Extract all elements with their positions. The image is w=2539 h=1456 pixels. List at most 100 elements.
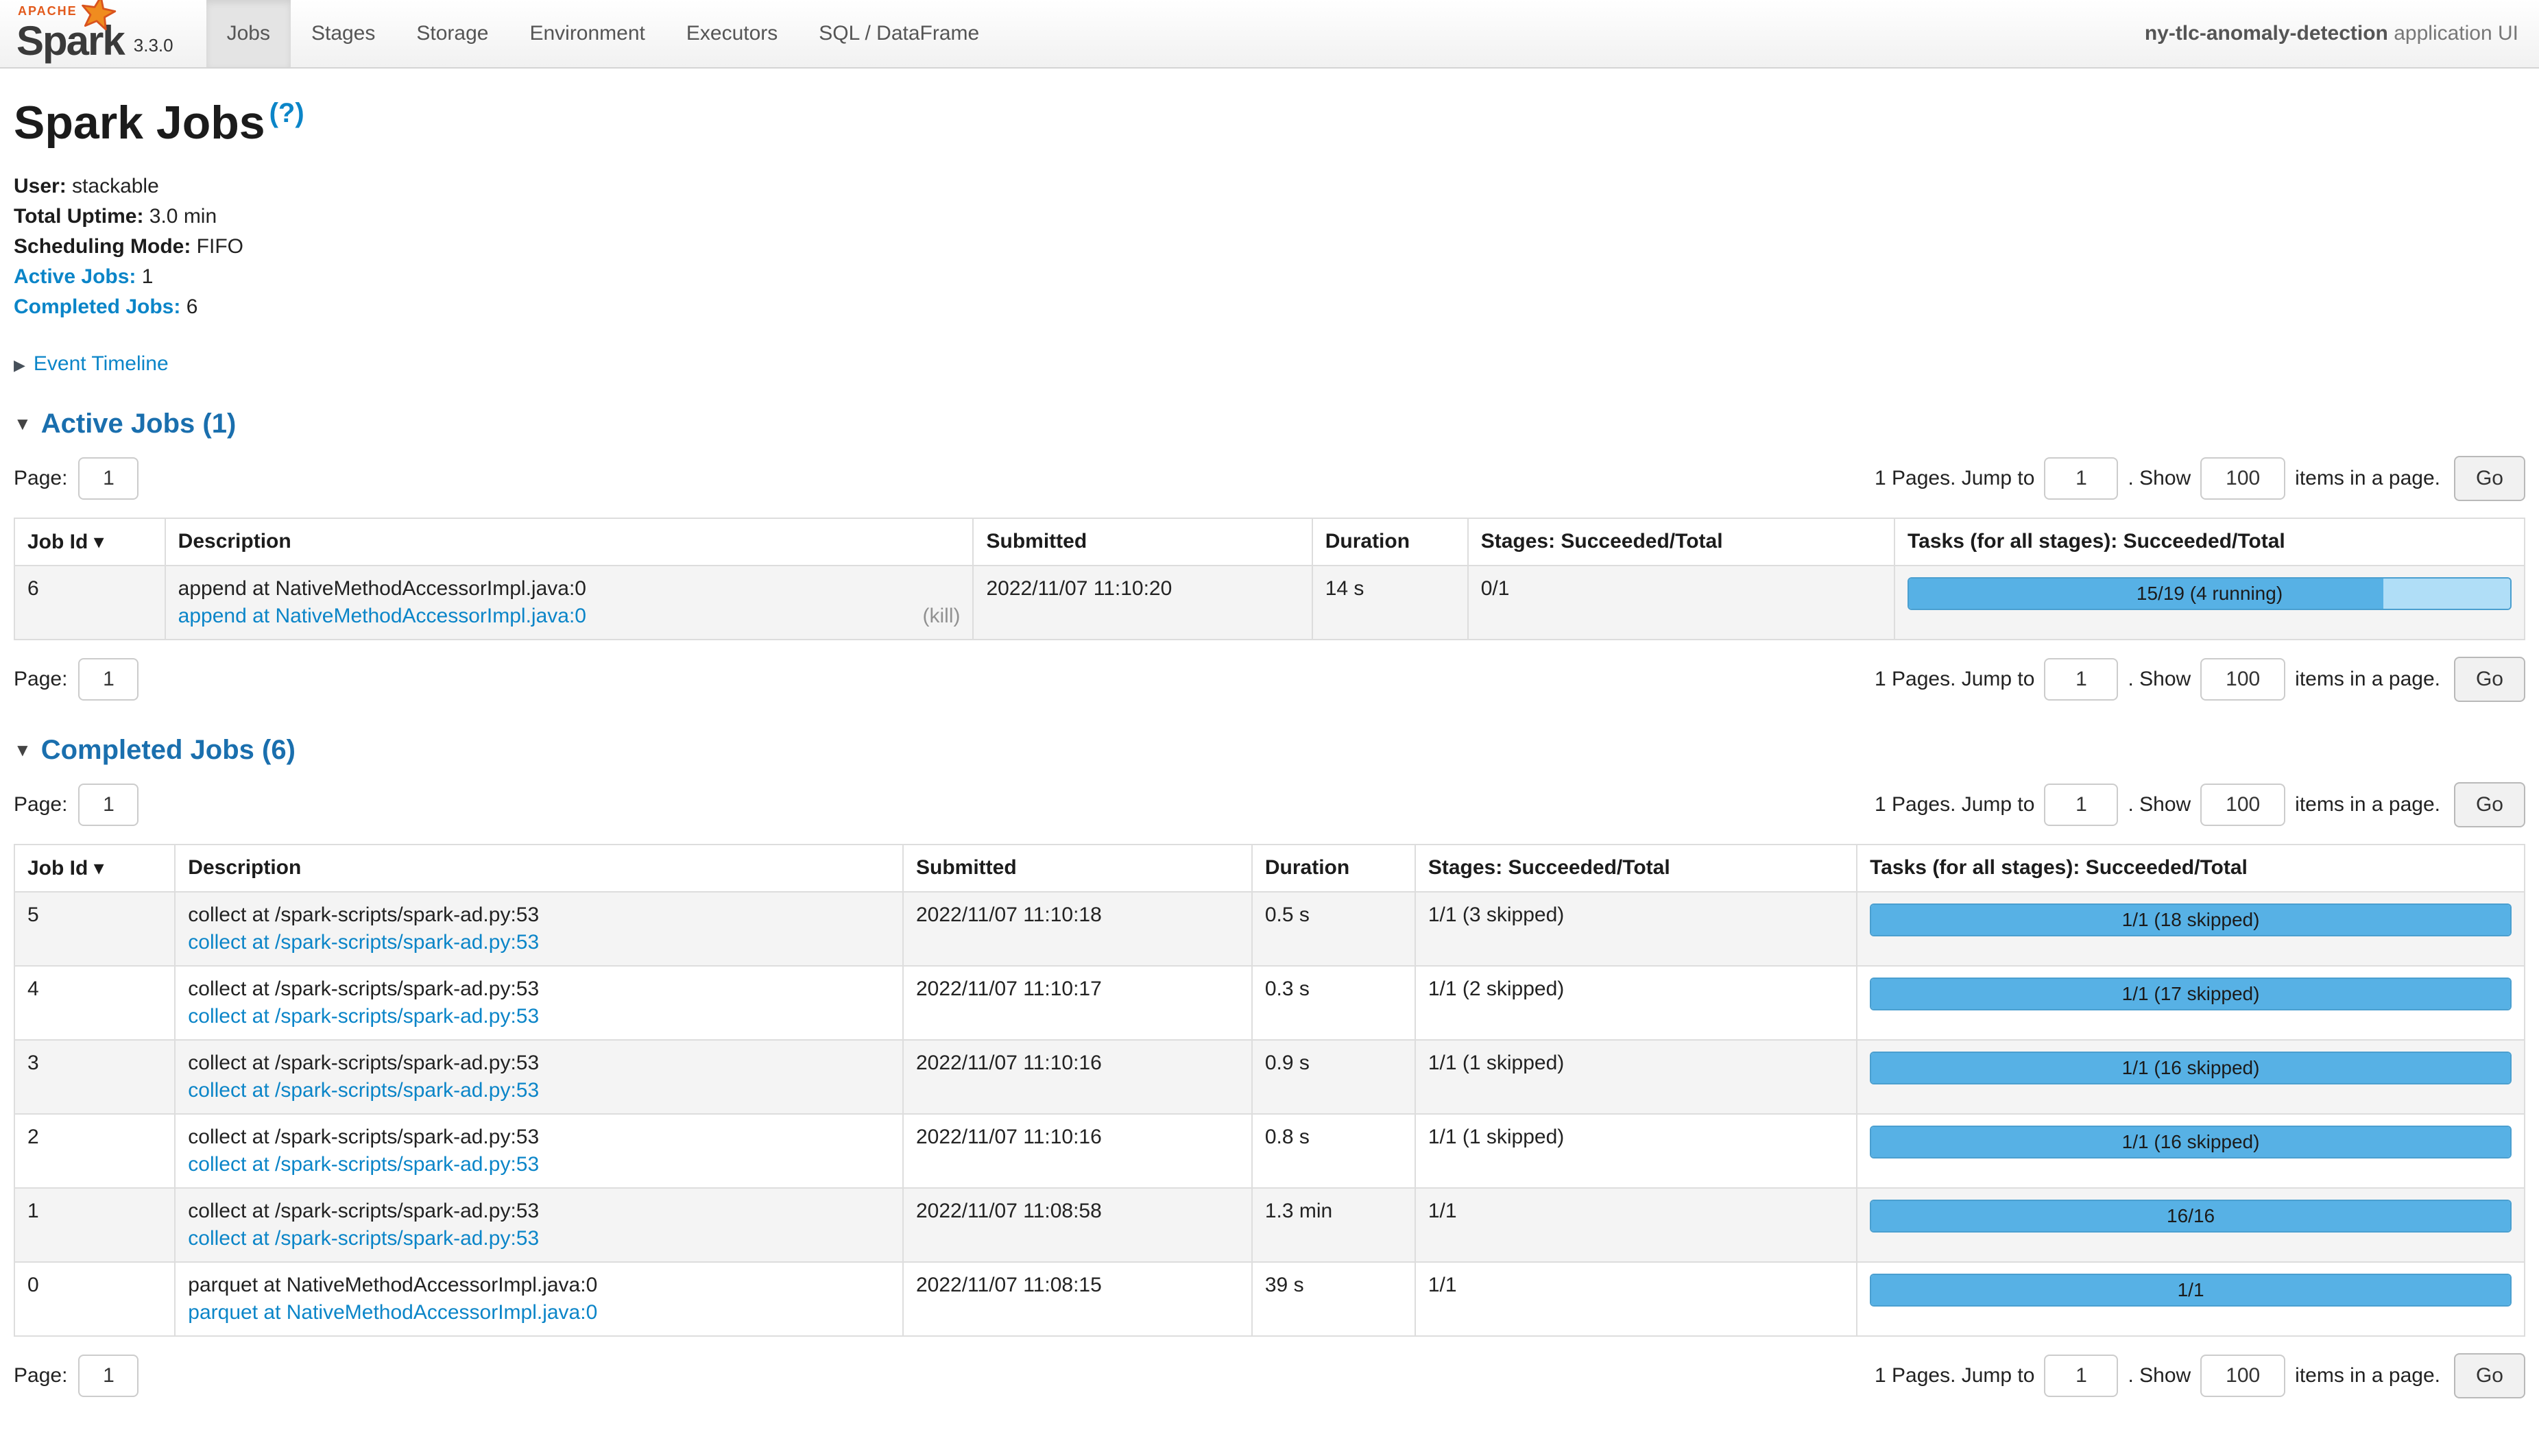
header-duration[interactable]: Duration [1252,845,1415,892]
stages-cell: 1/1 (2 skipped) [1415,966,1857,1040]
jump-to-page-input[interactable] [2044,658,2118,701]
job-description: collect at /spark-scripts/spark-ad.py:53 [188,1126,890,1149]
header-description[interactable]: Description [175,845,903,892]
summary-user: User: stackable [14,171,2525,202]
items-per-page-input[interactable] [2200,658,2285,701]
tab-sql-dataframe[interactable]: SQL / DataFrame [798,0,1000,67]
jump-to-page-input[interactable] [2044,784,2118,826]
items-per-page-input[interactable] [2200,457,2285,500]
completed-jobs-link[interactable]: Completed Jobs: [14,295,180,318]
table-row: 6 append at NativeMethodAccessorImpl.jav… [14,566,2525,640]
tasks-cell: 1/1 (18 skipped) [1857,892,2525,966]
help-link[interactable]: (?) [269,98,304,128]
jump-to-page-input[interactable] [2044,457,2118,500]
job-description: parquet at NativeMethodAccessorImpl.java… [188,1274,890,1297]
tasks-cell: 15/19 (4 running) [1894,566,2525,640]
header-stages[interactable]: Stages: Succeeded/Total [1415,845,1857,892]
kill-job-link[interactable]: (kill) [923,605,961,628]
header-stages[interactable]: Stages: Succeeded/Total [1468,518,1894,566]
pages-jump-text: 1 Pages. Jump to [1875,467,2034,490]
header-submitted[interactable]: Submitted [973,518,1312,566]
user-value: stackable [72,175,159,197]
progress-label: 15/19 (4 running) [1909,579,2510,609]
job-detail-link[interactable]: collect at /spark-scripts/spark-ad.py:53 [188,1079,539,1102]
job-detail-link[interactable]: append at NativeMethodAccessorImpl.java:… [178,605,586,628]
table-row: 1 collect at /spark-scripts/spark-ad.py:… [14,1188,2525,1262]
page-title: Spark Jobs(?) [14,96,2525,149]
description-cell: parquet at NativeMethodAccessorImpl.java… [175,1262,903,1336]
progress-label: 1/1 (17 skipped) [1871,979,2510,1009]
items-per-page-input[interactable] [2200,1355,2285,1397]
job-detail-link[interactable]: collect at /spark-scripts/spark-ad.py:53 [188,931,539,954]
header-tasks[interactable]: Tasks (for all stages): Succeeded/Total [1894,518,2525,566]
duration-cell: 39 s [1252,1262,1415,1336]
job-description: collect at /spark-scripts/spark-ad.py:53 [188,1200,890,1223]
tasks-progress-bar: 1/1 (16 skipped) [1870,1052,2512,1084]
user-label: User: [14,175,67,197]
tab-stages[interactable]: Stages [291,0,396,67]
header-submitted[interactable]: Submitted [903,845,1252,892]
header-description[interactable]: Description [165,518,974,566]
job-description: append at NativeMethodAccessorImpl.java:… [178,577,961,600]
scheduling-mode-label: Scheduling Mode: [14,235,191,258]
stages-cell: 1/1 (1 skipped) [1415,1040,1857,1114]
items-text: items in a page. [2295,1364,2440,1387]
pagination-bar: Page: 1 Pages. Jump to . Show items in a… [14,1353,2525,1398]
page-number-input[interactable] [78,1355,139,1397]
items-text: items in a page. [2295,793,2440,816]
application-suffix: application UI [2394,22,2518,45]
active-jobs-section-header[interactable]: ▼ Active Jobs (1) [14,409,2525,439]
items-text: items in a page. [2295,467,2440,490]
submitted-cell: 2022/11/07 11:08:15 [903,1262,1252,1336]
page-number-input[interactable] [78,457,139,500]
tab-storage[interactable]: Storage [396,0,509,67]
header-duration[interactable]: Duration [1312,518,1468,566]
stages-cell: 1/1 (3 skipped) [1415,892,1857,966]
active-jobs-link[interactable]: Active Jobs: [14,265,136,288]
page-number-input[interactable] [78,784,139,826]
event-timeline-toggle[interactable]: ▶Event Timeline [14,352,2525,376]
tasks-progress-bar: 1/1 (17 skipped) [1870,978,2512,1010]
go-button[interactable]: Go [2454,1353,2525,1398]
go-button[interactable]: Go [2454,782,2525,827]
go-button[interactable]: Go [2454,657,2525,702]
duration-cell: 14 s [1312,566,1468,640]
header-job-id[interactable]: Job Id ▾ [14,518,165,566]
page-label: Page: [14,793,67,816]
collapse-arrow-icon: ▼ [14,740,32,761]
page-label: Page: [14,668,67,691]
tasks-progress-bar: 16/16 [1870,1200,2512,1233]
job-detail-link[interactable]: collect at /spark-scripts/spark-ad.py:53 [188,1153,539,1176]
pagination-bar: Page: 1 Pages. Jump to . Show items in a… [14,456,2525,501]
uptime-value: 3.0 min [149,205,217,228]
jump-to-page-input[interactable] [2044,1355,2118,1397]
submitted-cell: 2022/11/07 11:10:16 [903,1114,1252,1188]
progress-label: 16/16 [1871,1201,2510,1231]
tab-environment[interactable]: Environment [509,0,665,67]
spark-logo[interactable]: APACHE Spark 3.3.0 [0,0,184,67]
summary-uptime: Total Uptime: 3.0 min [14,202,2525,232]
description-cell: collect at /spark-scripts/spark-ad.py:53… [175,1188,903,1262]
duration-cell: 0.5 s [1252,892,1415,966]
page-number-input[interactable] [78,658,139,701]
header-tasks[interactable]: Tasks (for all stages): Succeeded/Total [1857,845,2525,892]
header-job-id[interactable]: Job Id ▾ [14,845,175,892]
stages-cell: 0/1 [1468,566,1894,640]
job-detail-link[interactable]: collect at /spark-scripts/spark-ad.py:53 [188,1005,539,1028]
tab-jobs[interactable]: Jobs [206,0,291,67]
uptime-label: Total Uptime: [14,205,143,228]
active-jobs-table: Job Id ▾ Description Submitted Duration … [14,518,2525,640]
job-id-cell: 3 [14,1040,175,1114]
tab-executors[interactable]: Executors [666,0,798,67]
tasks-cell: 1/1 (17 skipped) [1857,966,2525,1040]
tasks-cell: 1/1 (16 skipped) [1857,1040,2525,1114]
job-id-cell: 2 [14,1114,175,1188]
job-detail-link[interactable]: parquet at NativeMethodAccessorImpl.java… [188,1301,597,1324]
table-header-row: Job Id ▾ Description Submitted Duration … [14,845,2525,892]
go-button[interactable]: Go [2454,456,2525,501]
job-detail-link[interactable]: collect at /spark-scripts/spark-ad.py:53 [188,1227,539,1250]
items-per-page-input[interactable] [2200,784,2285,826]
stages-cell: 1/1 [1415,1262,1857,1336]
completed-jobs-section-header[interactable]: ▼ Completed Jobs (6) [14,735,2525,766]
completed-jobs-title: Completed Jobs (6) [41,735,296,766]
